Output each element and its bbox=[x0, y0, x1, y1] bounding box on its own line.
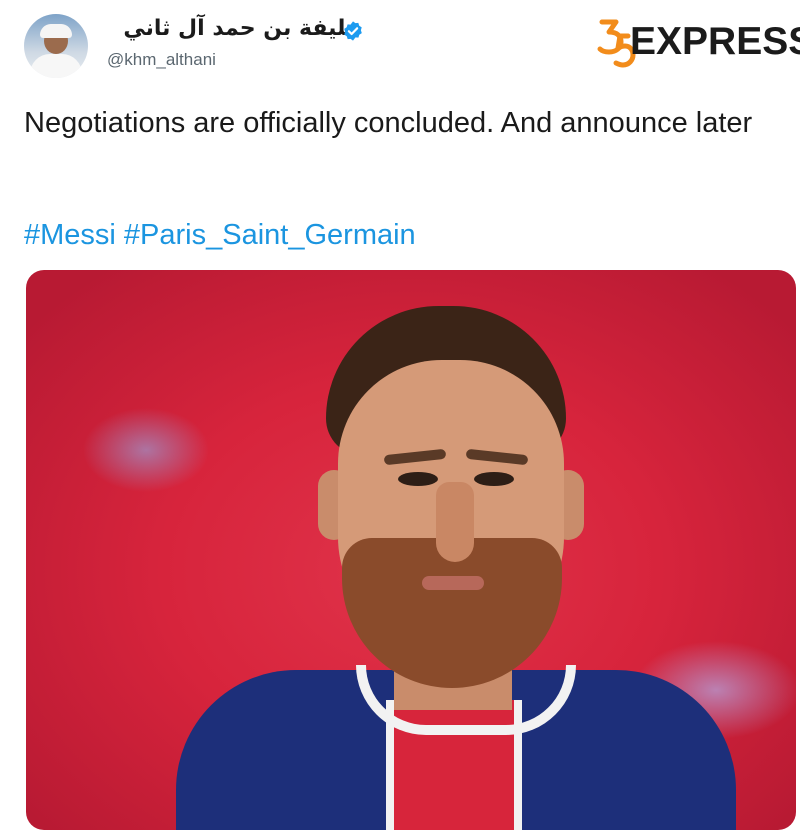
hashtag-psg[interactable]: #Paris_Saint_Germain bbox=[124, 219, 416, 251]
hashtag-row: #Messi #Paris_Saint_Germain bbox=[24, 219, 416, 252]
express-logo: EXPRESS bbox=[596, 14, 800, 74]
display-name[interactable]: خليفة بن حمد آل ثاني bbox=[123, 16, 362, 41]
tweet-photo[interactable] bbox=[26, 270, 796, 830]
avatar[interactable] bbox=[24, 14, 88, 78]
photo-eye-left bbox=[398, 472, 438, 486]
photo-nose bbox=[436, 482, 474, 562]
avatar-headdress bbox=[40, 24, 72, 38]
verified-badge-icon bbox=[344, 21, 362, 41]
photo-mouth bbox=[422, 576, 484, 590]
express-logo-text: EXPRESS bbox=[630, 20, 800, 63]
photo-eye-right bbox=[474, 472, 514, 486]
hashtag-messi[interactable]: #Messi bbox=[24, 219, 116, 251]
user-handle[interactable]: @khm_althani bbox=[107, 50, 216, 70]
tweet-text: Negotiations are officially concluded. A… bbox=[24, 107, 753, 139]
avatar-robe bbox=[30, 54, 82, 78]
tweet-header: خليفة بن حمد آل ثاني @khm_althani EXPRES… bbox=[0, 0, 800, 100]
